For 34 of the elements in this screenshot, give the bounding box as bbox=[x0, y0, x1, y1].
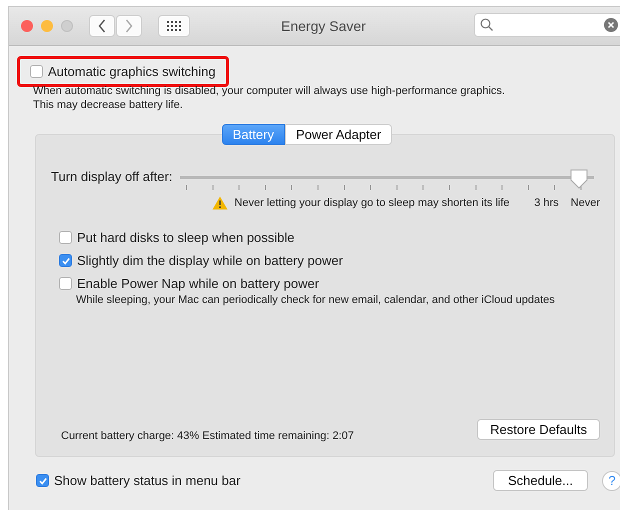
battery-info-text: Current battery charge: 43% Estimated time remaining: 2:07 bbox=[61, 430, 354, 442]
clear-icon[interactable] bbox=[604, 18, 618, 32]
warning-icon bbox=[212, 196, 228, 210]
checkbox[interactable] bbox=[59, 254, 72, 267]
back-button[interactable] bbox=[89, 15, 115, 37]
checkbox[interactable] bbox=[36, 474, 49, 487]
restore-defaults-button[interactable]: Restore Defaults bbox=[477, 419, 600, 440]
tick-label: Never bbox=[570, 197, 600, 209]
slider-thumb[interactable] bbox=[570, 169, 588, 189]
checkbox-label: Show battery status in menu bar bbox=[54, 473, 240, 488]
checkbox[interactable] bbox=[30, 65, 43, 78]
description-text: While sleeping, your Mac can periodically check for new email, calendar, and other iCloud updates bbox=[76, 294, 556, 306]
grid-icon bbox=[167, 21, 181, 31]
search-icon bbox=[480, 18, 494, 32]
minimize-icon[interactable] bbox=[41, 20, 53, 32]
checkbox-label: Enable Power Nap while on battery power bbox=[77, 276, 320, 291]
chevron-left-icon bbox=[98, 19, 106, 33]
checkbox[interactable] bbox=[59, 231, 72, 244]
tab[interactable]: Power Adapter bbox=[284, 124, 392, 145]
zoom-icon[interactable] bbox=[61, 20, 73, 32]
window-title: Energy Saver bbox=[281, 18, 366, 34]
search-field[interactable] bbox=[474, 13, 620, 37]
checkbox-label: Automatic graphics switching bbox=[48, 64, 216, 79]
tick-label: 3 hrs bbox=[534, 197, 559, 209]
warning-text: Never letting your display go to sleep may shorten its life bbox=[234, 197, 510, 209]
description-text: When automatic switching is disabled, your computer will always use high-performance graphics. This may decrease battery life. bbox=[33, 84, 506, 112]
checkbox-label: Put hard disks to sleep when possible bbox=[77, 230, 295, 245]
grid-button[interactable] bbox=[158, 15, 190, 37]
checkbox-label: Slightly dim the display while on battery power bbox=[77, 253, 343, 268]
close-icon[interactable] bbox=[21, 20, 33, 32]
checkbox[interactable] bbox=[59, 277, 72, 290]
chevron-right-icon bbox=[125, 19, 133, 33]
slider-label: Turn display off after: bbox=[51, 169, 172, 186]
schedule-button[interactable]: Schedule... bbox=[492, 470, 588, 491]
